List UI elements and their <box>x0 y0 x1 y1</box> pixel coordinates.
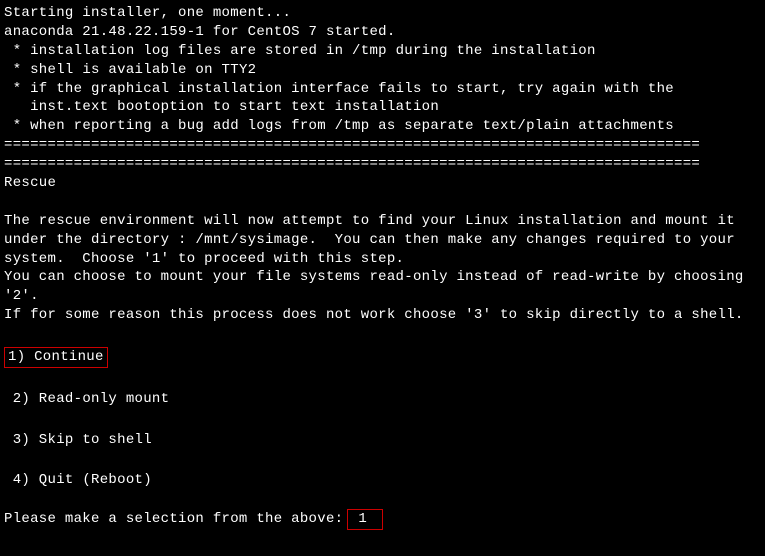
selection-input[interactable]: 1 <box>347 509 383 530</box>
boot-bullet-logfiles: * installation log files are stored in /… <box>4 42 761 61</box>
blank-line <box>4 490 761 509</box>
section-title-rescue: Rescue <box>4 174 761 193</box>
boot-bullet-graphical-b: inst.text bootoption to start text insta… <box>4 98 761 117</box>
option-quit-reboot-label: 4) Quit (Reboot) <box>13 472 152 488</box>
blank-line <box>4 368 761 387</box>
option-quit-reboot[interactable]: 4) Quit (Reboot) <box>4 471 761 490</box>
option-read-only[interactable]: 2) Read-only mount <box>4 390 761 409</box>
option-continue-highlight: 1) Continue <box>4 347 108 368</box>
blank-line <box>4 449 761 468</box>
boot-line-starting: Starting installer, one moment... <box>4 4 761 23</box>
option-read-only-label: 2) Read-only mount <box>13 391 170 407</box>
option-continue-label: 1) Continue <box>8 349 104 365</box>
selection-prompt-label: Please make a selection from the above: <box>4 510 343 529</box>
option-continue-row[interactable]: 1) Continue <box>4 347 761 368</box>
rescue-paragraph-1: The rescue environment will now attempt … <box>4 212 761 269</box>
boot-bullet-graphical-a: * if the graphical installation interfac… <box>4 80 761 99</box>
selection-prompt-row: Please make a selection from the above: … <box>4 509 761 530</box>
boot-line-anaconda: anaconda 21.48.22.159-1 for CentOS 7 sta… <box>4 23 761 42</box>
divider-bottom: ========================================… <box>4 155 761 174</box>
blank-line <box>4 409 761 428</box>
boot-bullet-shell-tty2: * shell is available on TTY2 <box>4 61 761 80</box>
blank-line <box>4 325 761 344</box>
divider-top: ========================================… <box>4 136 761 155</box>
blank-line <box>4 193 761 212</box>
option-skip-shell-label: 3) Skip to shell <box>13 432 152 448</box>
option-skip-shell[interactable]: 3) Skip to shell <box>4 431 761 450</box>
rescue-paragraph-3: If for some reason this process does not… <box>4 306 761 325</box>
rescue-paragraph-2: You can choose to mount your file system… <box>4 268 761 306</box>
boot-bullet-bug-report: * when reporting a bug add logs from /tm… <box>4 117 761 136</box>
